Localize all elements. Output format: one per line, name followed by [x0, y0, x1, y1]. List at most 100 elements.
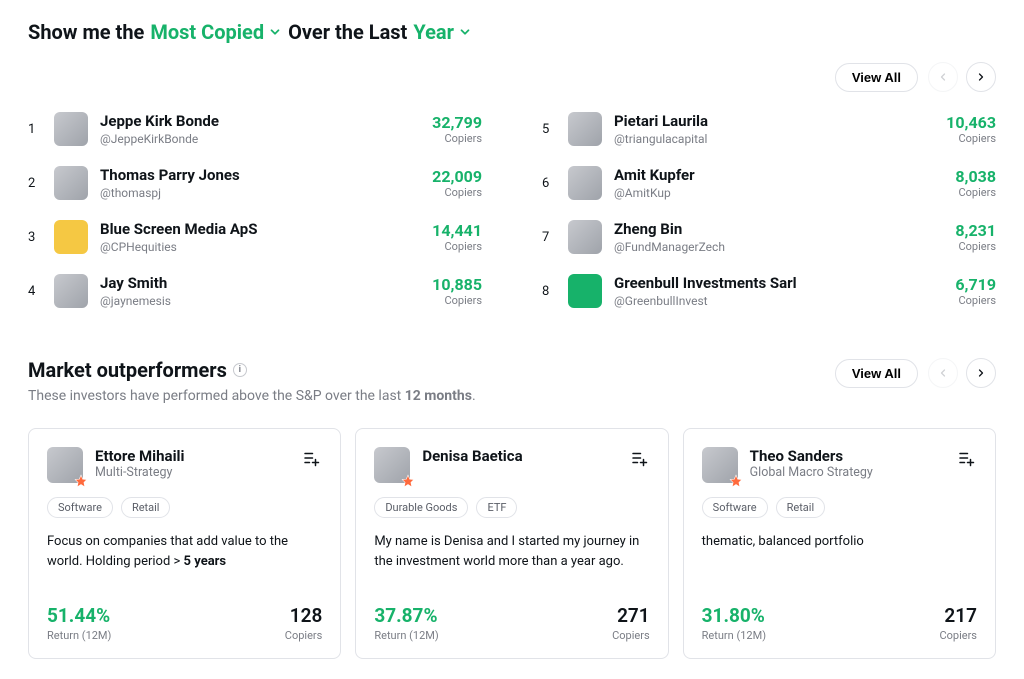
card-strategy: Multi-Strategy	[95, 465, 184, 480]
section-subtitle-prefix: These investors have performed above the…	[28, 388, 405, 404]
section-subtitle-bold: 12 months	[405, 388, 472, 404]
tag[interactable]: Durable Goods	[374, 497, 468, 518]
tag[interactable]: ETF	[476, 497, 517, 518]
copiers-label: Copiers	[939, 629, 977, 642]
avatar	[702, 447, 738, 483]
investor-card[interactable]: Theo Sanders Global Macro Strategy Softw…	[683, 428, 996, 659]
card-name: Denisa Baetica	[422, 447, 522, 465]
next-button[interactable]	[966, 62, 996, 92]
investor-value: 10,885	[432, 275, 482, 294]
star-icon	[74, 474, 88, 488]
investor-value: 6,719	[955, 275, 996, 294]
investor-row[interactable]: 1 Jeppe Kirk Bonde @JeppeKirkBonde 32,79…	[28, 102, 482, 156]
tag[interactable]: Retail	[121, 497, 171, 518]
investor-column-1: 1 Jeppe Kirk Bonde @JeppeKirkBonde 32,79…	[28, 102, 482, 318]
card-strategy: Global Macro Strategy	[750, 465, 873, 480]
investor-metric-label: Copiers	[432, 294, 482, 307]
avatar	[374, 447, 410, 483]
investor-handle: @CPHequities	[100, 240, 420, 254]
outperformers-cards: Ettore Mihaili Multi-Strategy Software R…	[28, 428, 996, 659]
investor-handle: @AmitKup	[614, 186, 943, 200]
view-all-button[interactable]: View All	[835, 63, 918, 92]
investor-name: Pietari Laurila	[614, 112, 934, 130]
investor-rank: 2	[28, 176, 42, 191]
add-to-list-icon[interactable]	[628, 447, 650, 473]
investor-value: 10,463	[946, 113, 996, 132]
investor-row[interactable]: 2 Thomas Parry Jones@thomaspj 22,009Copi…	[28, 156, 482, 210]
investor-value: 8,231	[955, 221, 996, 240]
investor-value: 8,038	[955, 167, 996, 186]
investor-metric-label: Copiers	[946, 132, 996, 145]
avatar	[47, 447, 83, 483]
filter-metric-dropdown[interactable]: Most Copied	[150, 20, 282, 44]
copiers-label: Copiers	[285, 629, 323, 642]
investor-rank: 4	[28, 284, 42, 299]
avatar	[568, 166, 602, 200]
investor-name: Jeppe Kirk Bonde	[100, 112, 420, 130]
filter-period-dropdown[interactable]: Year	[413, 20, 472, 44]
investor-rank: 8	[542, 284, 556, 299]
outperformers-header: Market outperformers i These investors h…	[28, 358, 996, 404]
investor-name: Amit Kupfer	[614, 166, 943, 184]
star-icon	[729, 474, 743, 488]
card-name: Theo Sanders	[750, 447, 873, 465]
card-tags: Software Retail	[47, 497, 322, 518]
section-subtitle: These investors have performed above the…	[28, 388, 476, 404]
tag[interactable]: Software	[47, 497, 113, 518]
filter-period-value: Year	[413, 20, 454, 44]
investor-handle: @FundManagerZech	[614, 240, 943, 254]
avatar	[54, 112, 88, 146]
investor-metric-label: Copiers	[432, 132, 482, 145]
investor-name: Blue Screen Media ApS	[100, 220, 420, 238]
chevron-down-icon	[268, 25, 282, 39]
investor-metric-label: Copiers	[432, 240, 482, 253]
investor-rank: 6	[542, 176, 556, 191]
section-subtitle-suffix: .	[472, 388, 476, 404]
pager-arrows	[928, 358, 996, 388]
info-icon[interactable]: i	[233, 363, 247, 377]
return-label: Return (12M)	[47, 629, 111, 642]
avatar	[54, 166, 88, 200]
investor-rank: 1	[28, 122, 42, 137]
investor-text: Jeppe Kirk Bonde @JeppeKirkBonde	[100, 112, 420, 146]
investor-name: Jay Smith	[100, 274, 420, 292]
prev-button[interactable]	[928, 62, 958, 92]
investor-handle: @GreenbullInvest	[614, 294, 943, 308]
investor-handle: @thomaspj	[100, 186, 420, 200]
investor-card[interactable]: Denisa Baetica Durable Goods ETF My name…	[355, 428, 668, 659]
investor-value: 32,799	[432, 113, 482, 132]
investor-row[interactable]: 3 Blue Screen Media ApS@CPHequities 14,4…	[28, 210, 482, 264]
tag[interactable]: Retail	[776, 497, 826, 518]
investor-handle: @jaynemesis	[100, 294, 420, 308]
avatar	[54, 274, 88, 308]
avatar	[568, 220, 602, 254]
avatar	[54, 220, 88, 254]
investor-row[interactable]: 8 Greenbull Investments Sarl@GreenbullIn…	[542, 264, 996, 318]
avatar	[568, 274, 602, 308]
view-all-button[interactable]: View All	[835, 359, 918, 388]
add-to-list-icon[interactable]	[300, 447, 322, 473]
filter-prefix-2: Over the Last	[288, 20, 407, 44]
investor-handle: @JeppeKirkBonde	[100, 132, 420, 146]
card-tags: Durable Goods ETF	[374, 497, 649, 518]
prev-button[interactable]	[928, 358, 958, 388]
top-investors-list: 1 Jeppe Kirk Bonde @JeppeKirkBonde 32,79…	[28, 102, 996, 318]
investor-row[interactable]: 5 Pietari Laurila@triangulacapital 10,46…	[542, 102, 996, 156]
investor-row[interactable]: 7 Zheng Bin@FundManagerZech 8,231Copiers	[542, 210, 996, 264]
investor-row[interactable]: 6 Amit Kupfer@AmitKup 8,038Copiers	[542, 156, 996, 210]
investor-metric-label: Copiers	[432, 186, 482, 199]
next-button[interactable]	[966, 358, 996, 388]
investor-rank: 3	[28, 230, 42, 245]
return-label: Return (12M)	[702, 629, 766, 642]
return-value: 31.80%	[702, 604, 766, 627]
tag[interactable]: Software	[702, 497, 768, 518]
investor-card[interactable]: Ettore Mihaili Multi-Strategy Software R…	[28, 428, 341, 659]
copiers-value: 217	[939, 604, 977, 627]
investor-metric-label: Copiers	[955, 294, 996, 307]
investor-metric: 32,799 Copiers	[432, 113, 482, 145]
add-to-list-icon[interactable]	[955, 447, 977, 473]
investor-metric-label: Copiers	[955, 240, 996, 253]
filter-metric-value: Most Copied	[150, 20, 264, 44]
card-tags: Software Retail	[702, 497, 977, 518]
investor-row[interactable]: 4 Jay Smith @jaynemesis 10,885Copiers	[28, 264, 482, 318]
